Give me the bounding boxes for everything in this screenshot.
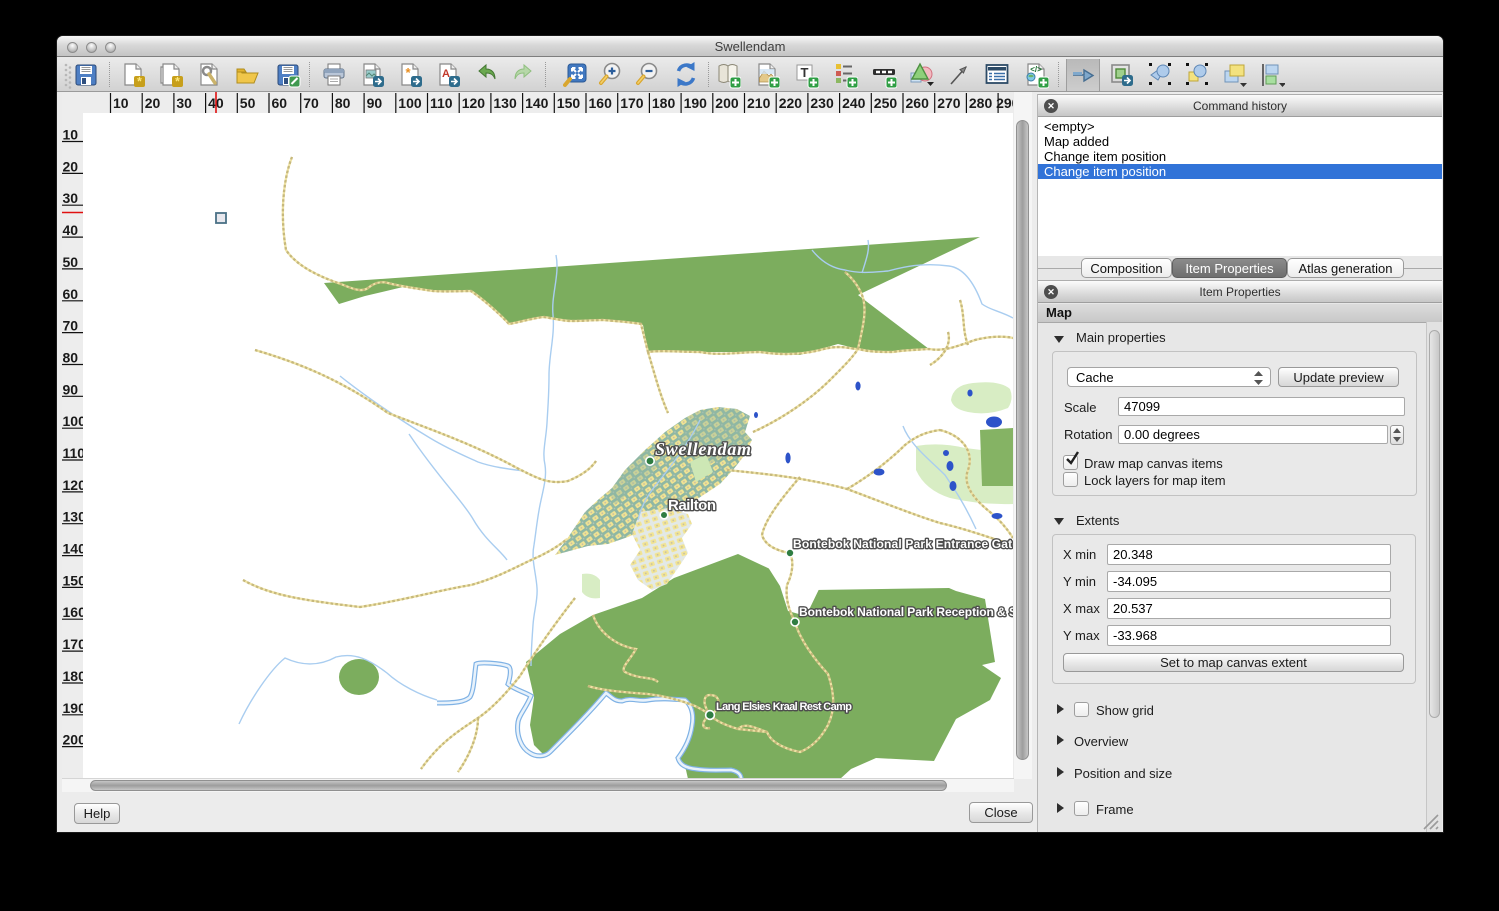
svg-text:250: 250 [874,95,898,111]
svg-text:160: 160 [63,604,84,620]
svg-text:30: 30 [176,95,192,111]
svg-text:120: 120 [462,95,486,111]
svg-text:130: 130 [63,509,84,525]
svg-text:280: 280 [969,95,993,111]
svg-text:180: 180 [63,668,84,684]
svg-text:Swellendam: Swellendam [655,439,751,459]
svg-text:40: 40 [63,222,79,238]
svg-text:200: 200 [715,95,739,111]
svg-text:Railton: Railton [668,497,716,514]
svg-text:30: 30 [63,190,79,206]
svg-text:T: T [801,65,809,80]
svg-text:110: 110 [430,95,453,111]
svg-text:70: 70 [63,318,79,334]
svg-text:80: 80 [335,95,351,111]
svg-text:120: 120 [63,477,84,493]
svg-text:190: 190 [684,95,708,111]
svg-text:90: 90 [367,95,383,111]
svg-text:100: 100 [398,95,422,111]
svg-text:60: 60 [63,286,79,302]
svg-text:110: 110 [63,445,84,461]
svg-text:220: 220 [779,95,803,111]
svg-text:180: 180 [652,95,676,111]
svg-text:160: 160 [589,95,613,111]
svg-text:10: 10 [63,127,79,143]
svg-text:240: 240 [842,95,866,111]
svg-text:150: 150 [63,572,84,588]
svg-text:170: 170 [620,95,644,111]
svg-text:60: 60 [272,95,288,111]
svg-text:210: 210 [747,95,771,111]
svg-text:10: 10 [113,95,129,111]
svg-text:170: 170 [63,636,84,652]
svg-text:260: 260 [906,95,930,111]
svg-text:*: * [175,75,180,89]
svg-text:Bontebok National Park Entranc: Bontebok National Park Entrance Gate [793,537,1013,551]
svg-text:270: 270 [937,95,961,111]
svg-text:20: 20 [63,158,79,174]
svg-text:50: 50 [240,95,256,111]
svg-text:90: 90 [63,381,79,397]
svg-text:200: 200 [63,732,84,748]
svg-text:A: A [442,68,450,80]
svg-text:230: 230 [810,95,834,111]
svg-text:80: 80 [63,350,79,366]
svg-text:Lang Elsies Kraal Rest Camp: Lang Elsies Kraal Rest Camp [716,701,852,713]
svg-text:70: 70 [303,95,319,111]
svg-text:*: * [137,75,142,89]
svg-text:150: 150 [557,95,581,111]
svg-text:Bontebok National Park Recepti: Bontebok National Park Reception & S [799,605,1013,619]
svg-text:140: 140 [63,541,84,557]
svg-text:140: 140 [525,95,549,111]
svg-text:20: 20 [145,95,161,111]
svg-text:190: 190 [63,700,84,716]
svg-text:130: 130 [493,95,517,111]
svg-text:290: 290 [996,95,1013,111]
svg-text:50: 50 [63,254,79,270]
svg-text:100: 100 [63,413,84,429]
